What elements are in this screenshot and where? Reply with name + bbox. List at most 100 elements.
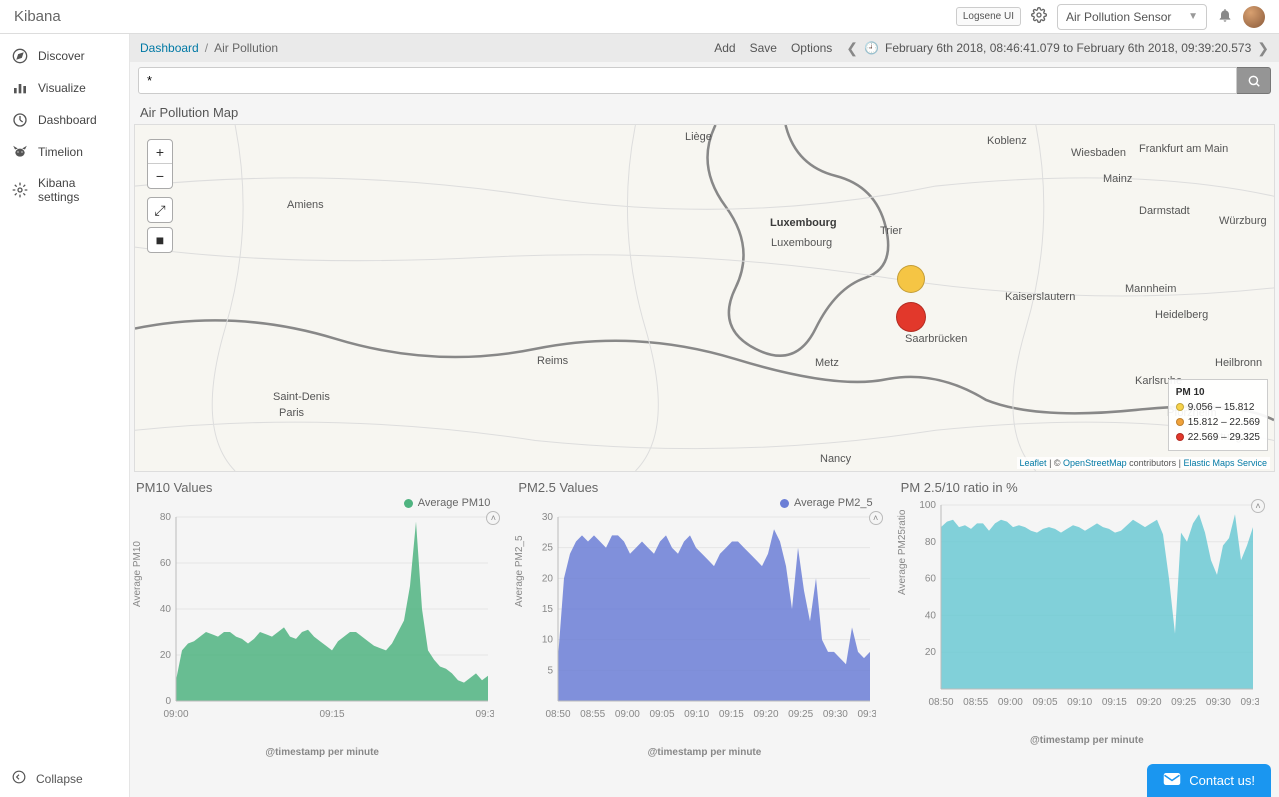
chart-legend: Average PM2_5 — [794, 497, 873, 509]
app-brand: Kibana — [14, 8, 61, 25]
svg-text:09:00: 09:00 — [997, 697, 1022, 708]
settings-gear-icon[interactable] — [1031, 7, 1047, 26]
map-label: Reims — [537, 355, 568, 367]
svg-text:09:15: 09:15 — [319, 709, 344, 720]
logsene-ui-button[interactable]: Logsene UI — [956, 7, 1021, 26]
svg-text:100: 100 — [919, 500, 936, 511]
visualize-icon — [12, 80, 28, 96]
svg-text:09:30: 09:30 — [475, 709, 494, 720]
leaflet-link[interactable]: Leaflet — [1020, 458, 1047, 468]
chart-collapse-icon[interactable]: ˄ — [486, 511, 500, 525]
chart-xlabel: @timestamp per minute — [516, 747, 892, 758]
svg-text:09:05: 09:05 — [1032, 697, 1057, 708]
notifications-bell-icon[interactable] — [1217, 7, 1233, 26]
map-label: Trier — [880, 225, 902, 237]
map-label: Luxembourg — [770, 217, 837, 229]
map-boxselect-button[interactable]: ■ — [148, 228, 172, 252]
svg-text:09:20: 09:20 — [1136, 697, 1161, 708]
map-zoom-in-button[interactable]: + — [148, 140, 172, 164]
svg-text:60: 60 — [160, 558, 172, 569]
chart-title: PM10 Values — [134, 476, 510, 497]
collapse-sidebar-button[interactable]: Collapse — [0, 760, 129, 797]
map-zoom-out-button[interactable]: − — [148, 164, 172, 188]
osm-link[interactable]: OpenStreetMap — [1063, 458, 1127, 468]
time-next-button[interactable]: ❯ — [1257, 40, 1269, 57]
map-label: Amiens — [287, 199, 324, 211]
map-label: Saarbrücken — [905, 333, 967, 345]
sidebar-item-timelion[interactable]: Timelion — [0, 136, 129, 168]
svg-text:09:15: 09:15 — [719, 709, 744, 720]
chart-panel-0: PM10 ValuesAverage PM10˄Average PM100204… — [134, 476, 510, 758]
contact-us-button[interactable]: Contact us! — [1147, 764, 1271, 797]
search-submit-button[interactable] — [1237, 67, 1271, 94]
sensor-marker[interactable] — [897, 265, 925, 293]
chart-collapse-icon[interactable]: ˄ — [1251, 499, 1265, 513]
svg-text:09:00: 09:00 — [163, 709, 188, 720]
sidebar-item-dashboard[interactable]: Dashboard — [0, 104, 129, 136]
svg-text:08:50: 08:50 — [546, 709, 571, 720]
svg-text:5: 5 — [548, 665, 554, 676]
map-label: Würzburg — [1219, 215, 1267, 227]
query-input[interactable] — [138, 67, 1237, 94]
map-attribution: Leaflet | © OpenStreetMap contributors |… — [1017, 457, 1270, 469]
map-label: Koblenz — [987, 135, 1027, 147]
chart-ylabel: Average PM25ratio — [897, 510, 908, 595]
chart-title: PM2.5 Values — [516, 476, 892, 497]
svg-text:80: 80 — [925, 537, 937, 548]
chart-xlabel: @timestamp per minute — [134, 747, 510, 758]
svg-text:09:35: 09:35 — [858, 709, 877, 720]
sidebar-item-visualize[interactable]: Visualize — [0, 72, 129, 104]
chevron-down-icon: ▼ — [1188, 11, 1198, 22]
svg-text:0: 0 — [165, 696, 171, 707]
svg-text:15: 15 — [542, 604, 554, 615]
svg-text:09:25: 09:25 — [788, 709, 813, 720]
settings-icon — [12, 182, 28, 198]
map-label: Metz — [815, 357, 839, 369]
time-range[interactable]: February 6th 2018, 08:46:41.079 to Febru… — [885, 41, 1251, 55]
dashboard-options-button[interactable]: Options — [791, 41, 832, 55]
map-label: Mainz — [1103, 173, 1132, 185]
chart-collapse-icon[interactable]: ˄ — [869, 511, 883, 525]
chart-title: PM 2.5/10 ratio in % — [899, 476, 1275, 497]
tenant-select[interactable]: Air Pollution Sensor ▼ — [1057, 4, 1207, 30]
svg-text:09:20: 09:20 — [754, 709, 779, 720]
sidebar-item-settings[interactable]: Kibana settings — [0, 168, 129, 212]
map-panel-title: Air Pollution Map — [134, 99, 1275, 124]
svg-text:09:15: 09:15 — [1101, 697, 1126, 708]
chart-legend: Average PM10 — [418, 497, 491, 509]
sidebar-item-discover[interactable]: Discover — [0, 40, 129, 72]
svg-text:08:55: 08:55 — [963, 697, 988, 708]
svg-text:08:55: 08:55 — [580, 709, 605, 720]
svg-text:09:05: 09:05 — [650, 709, 675, 720]
tenant-label: Air Pollution Sensor — [1066, 10, 1171, 24]
collapse-label: Collapse — [36, 772, 83, 786]
map-label: Liège — [685, 131, 712, 143]
discover-icon — [12, 48, 28, 64]
dashboard-add-button[interactable]: Add — [714, 41, 735, 55]
dashboard-save-button[interactable]: Save — [750, 41, 777, 55]
svg-text:08:50: 08:50 — [928, 697, 953, 708]
map-label: Darmstadt — [1139, 205, 1190, 217]
svg-text:80: 80 — [160, 512, 172, 523]
map-fit-button[interactable]: ⤢ — [148, 198, 172, 222]
svg-text:40: 40 — [160, 604, 172, 615]
map-label: Wiesbaden — [1071, 147, 1126, 159]
svg-text:40: 40 — [925, 610, 937, 621]
breadcrumb-root[interactable]: Dashboard — [140, 41, 199, 55]
sidebar: DiscoverVisualizeDashboardTimelionKibana… — [0, 34, 130, 797]
svg-text:20: 20 — [925, 647, 937, 658]
map-panel[interactable]: + − ⤢ ■ PM 10 9.056 – 15.81215.812 – 22.… — [134, 124, 1275, 472]
svg-text:09:25: 09:25 — [1171, 697, 1196, 708]
map-legend: PM 10 9.056 – 15.81215.812 – 22.56922.56… — [1168, 379, 1268, 451]
map-label: Kaiserslautern — [1005, 291, 1075, 303]
svg-text:09:10: 09:10 — [684, 709, 709, 720]
ems-link[interactable]: Elastic Maps Service — [1183, 458, 1267, 468]
sensor-marker[interactable] — [896, 302, 926, 332]
timelion-icon — [12, 144, 28, 160]
user-avatar[interactable] — [1243, 6, 1265, 28]
time-prev-button[interactable]: ❮ — [846, 40, 858, 57]
collapse-icon — [12, 770, 26, 787]
svg-text:09:10: 09:10 — [1067, 697, 1092, 708]
svg-text:09:35: 09:35 — [1240, 697, 1259, 708]
chart-xlabel: @timestamp per minute — [899, 735, 1275, 746]
